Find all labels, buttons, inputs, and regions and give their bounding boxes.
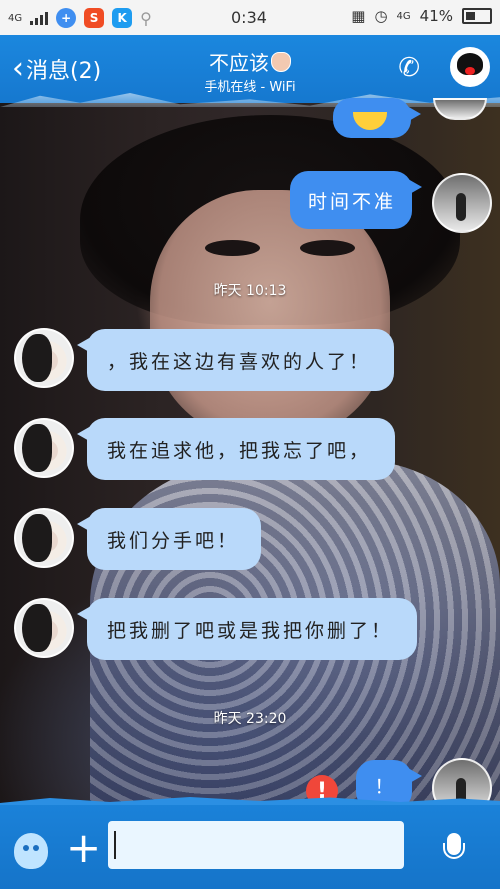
message-text: 时间不准 [308,190,397,213]
message-text: 我在追求他，把我忘了吧， [107,439,372,462]
alarm-icon: ◷ [374,7,388,25]
contact-avatar[interactable] [14,328,74,388]
wave-hand-icon [271,52,291,72]
message-timestamp: 昨天 10:13 [213,283,287,299]
status-right: ▦ ◷ 4G 41% [351,7,492,25]
smile-emoji-icon [353,112,387,130]
message-bubble-right[interactable]: 时间不准 [290,171,422,229]
message-text: ！ [374,775,394,798]
battery-icon [462,8,492,24]
status-left: 4G + S K ⚲ [8,8,152,28]
vibrate-icon: ▦ [351,7,366,25]
message-bubble-left[interactable]: 我们分手吧！ [77,508,261,570]
message-timestamp: 昨天 23:20 [213,711,287,727]
online-status: 手机在线 - WiFi [204,80,296,95]
contact-name: 不应该 [0,47,500,76]
network-type: 4G [8,12,23,24]
message-text: 我们分手吧！ [107,529,240,552]
contact-name-text: 不应该 [209,51,269,75]
status-bar: 4G + S K ⚲ 0:34 ▦ ◷ 4G 41% [0,0,500,35]
network-type-right: 4G [396,10,411,22]
badge-app-icon: + [56,8,77,28]
search-icon: ⚲ [140,8,152,28]
message-bubble-partial[interactable] [333,98,421,138]
battery-level: 41% [419,7,453,25]
message-bubble-left[interactable]: 我在追求他，把我忘了吧， [77,418,395,480]
my-avatar-partial[interactable] [433,98,487,120]
my-avatar[interactable] [432,173,492,233]
penguin-emoji-button[interactable] [14,833,48,869]
s-app-icon: S [84,8,105,28]
k-app-icon: K [112,8,133,28]
contact-avatar[interactable] [14,598,74,658]
text-caret [114,831,116,859]
chat-screen: 4G + S K ⚲ 0:34 ▦ ◷ 4G 41% ‹ 消息(2) 不应该 手… [0,0,500,889]
message-text: ，我在这边有喜欢的人了！ [107,350,372,373]
message-text: 把我删了吧或是我把你删了！ [107,619,394,642]
clock: 0:34 [231,8,267,27]
message-bubble-left[interactable]: ，我在这边有喜欢的人了！ [77,329,394,391]
contact-avatar[interactable] [14,508,74,568]
message-input[interactable] [108,821,404,869]
chat-header: ‹ 消息(2) 不应该 手机在线 - WiFi ✆ [0,35,500,107]
contact-profile-avatar[interactable] [450,47,490,87]
contact-avatar[interactable] [14,418,74,478]
input-bar: + [0,803,500,889]
signal-icon [30,11,49,25]
plus-button[interactable]: + [66,827,101,869]
phone-call-button[interactable]: ✆ [398,53,420,83]
message-bubble-left[interactable]: 把我删了吧或是我把你删了！ [77,598,417,660]
chat-message-list[interactable]: 时间不准 昨天 10:13 ，我在这边有喜欢的人了！ 我在追求他，把我忘了吧， … [0,98,500,818]
microphone-icon[interactable] [443,833,465,867]
